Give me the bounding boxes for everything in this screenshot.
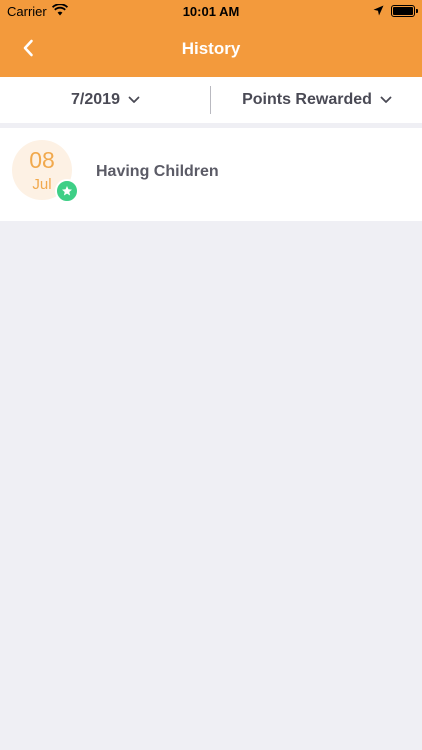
date-filter-dropdown[interactable]: 7/2019 [0,77,211,123]
battery-level [393,7,413,15]
app-header: Carrier 10:01 AM History [0,0,422,77]
page-title: History [181,39,241,58]
status-bar: Carrier 10:01 AM [0,0,422,22]
chevron-down-icon [380,91,392,109]
star-icon [55,179,79,203]
history-item-title: Having Children [96,163,219,180]
filter-bar: 7/2019 Points Rewarded [0,77,422,123]
date-day: 08 [29,147,55,173]
history-list: 08 Jul Having Children [0,128,422,221]
type-filter-dropdown[interactable]: Points Rewarded [212,77,422,123]
filter-divider [210,86,211,114]
battery-tip [416,9,418,13]
chevron-down-icon [128,91,140,109]
date-filter-label: 7/2019 [71,91,120,108]
list-item[interactable]: 08 Jul Having Children [0,128,422,221]
type-filter-label: Points Rewarded [242,91,372,108]
status-time: 10:01 AM [182,4,240,19]
battery-icon [391,5,415,17]
location-icon [373,4,384,19]
